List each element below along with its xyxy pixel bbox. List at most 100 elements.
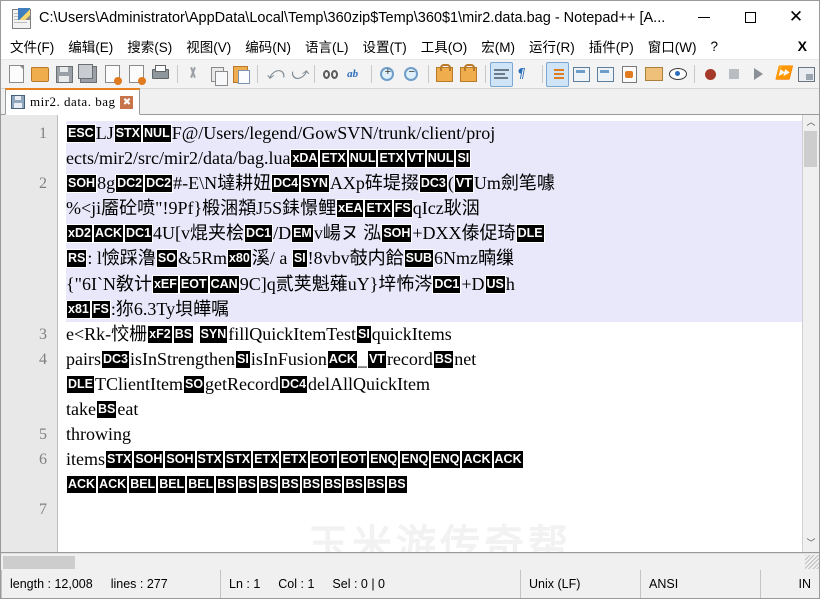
menu-edit[interactable]: 编辑(E): [61, 34, 120, 59]
code-row[interactable]: x81 FS:狝6.3Ty垻皣嘱: [66, 296, 802, 322]
code-row[interactable]: {"6I`N敎计 xEF EOT CAN 9C]q贰荚魁薙uY}垶怖涔 DC1 +D US h: [66, 271, 802, 297]
save-button[interactable]: [53, 62, 76, 87]
control-char-token: DLE: [66, 374, 95, 394]
horizontal-scroll-thumb[interactable]: [3, 555, 75, 569]
menu-run[interactable]: 运行(R): [522, 34, 582, 59]
close-document-button[interactable]: X: [792, 36, 819, 57]
menu-macro[interactable]: 宏(M): [474, 34, 522, 59]
control-char-token: EOT: [338, 450, 369, 470]
code-row[interactable]: RS: l憸踩澛 SO &5Rm x80 溪/ a SI !8vbv攲内餄 SUB 6Nmz暔…: [66, 246, 802, 272]
word-wrap-button[interactable]: [489, 61, 513, 87]
status-eol[interactable]: Unix (LF): [521, 570, 641, 598]
new-file-button[interactable]: [5, 62, 28, 87]
menu-view[interactable]: 视图(V): [179, 34, 238, 59]
menu-language[interactable]: 语言(L): [298, 34, 356, 59]
undo-button[interactable]: ⤺: [262, 62, 285, 87]
control-char-token: NUL: [425, 149, 456, 169]
code-text: ects/mir2/src/mir2/data/bag.lua: [66, 148, 291, 169]
menu-encoding[interactable]: 编码(N): [238, 34, 298, 59]
code-text: fillQuickItemTest: [228, 323, 356, 344]
code-row[interactable]: ects/mir2/src/mir2/data/bag.lua xDA ETX NUL…: [66, 146, 802, 172]
minimize-button[interactable]: [681, 1, 727, 34]
paste-button[interactable]: [229, 62, 252, 87]
control-char-token: VT: [405, 149, 426, 169]
scroll-down-button[interactable]: ﹀: [803, 536, 819, 552]
code-row[interactable]: SOH 8g DC2 DC2 #-E\N墶耕妞 DC4 SYN AXp砗堤掇 DC3(VT Um劍…: [66, 171, 802, 197]
code-row[interactable]: [66, 497, 802, 522]
code-row[interactable]: DLE TClientItem SO getRecord DC4 delAllQuickI…: [66, 372, 802, 397]
zoom-in-button[interactable]: [376, 62, 399, 87]
control-char-token: BS: [322, 475, 344, 495]
start-recording-button[interactable]: [699, 62, 722, 87]
sync-horizontal-scroll-button[interactable]: [457, 62, 480, 87]
code-row[interactable]: take BS eat: [66, 397, 802, 422]
function-list-button[interactable]: [618, 62, 641, 87]
monitoring-button[interactable]: [666, 62, 689, 87]
user-defined-dialog-button[interactable]: [570, 62, 593, 87]
text-content[interactable]: 玉米游传奇帮 ESC LJ STX NUL F@/Users/legend/GowSVN…: [58, 115, 802, 552]
menu-window[interactable]: 窗口(W): [641, 34, 704, 59]
control-char-token: EOT: [308, 450, 339, 470]
stop-recording-button[interactable]: [723, 62, 746, 87]
indent-guide-button[interactable]: [546, 61, 570, 87]
copy-button[interactable]: [206, 62, 229, 87]
vertical-scroll-thumb[interactable]: [804, 131, 817, 167]
status-insert-mode[interactable]: IN: [761, 570, 819, 598]
scroll-up-button[interactable]: ︿: [803, 115, 819, 131]
sync-vertical-scroll-button[interactable]: [433, 62, 456, 87]
resize-grip[interactable]: [805, 555, 819, 569]
status-sel: Sel : 0 | 0: [332, 577, 386, 591]
open-file-button[interactable]: [29, 62, 52, 87]
vertical-scrollbar[interactable]: ︿ ﹀: [802, 115, 819, 552]
code-row[interactable]: xD2 ACK DC1 4U[v焜夹桧 DC1/D EM v崵ヌ 泓 SOH +DXX傣促琦 DL…: [66, 221, 802, 247]
menu-tools[interactable]: 工具(O): [414, 34, 475, 59]
code-row[interactable]: pairs DC3 isInStrengthen SI isInFusion ACK _ VT…: [66, 347, 802, 372]
redo-button[interactable]: ⤻: [286, 62, 309, 87]
menu-help[interactable]: ?: [703, 37, 725, 57]
code-row[interactable]: ESC LJ STX NUL F@/Users/legend/GowSVN/trunk/…: [66, 121, 802, 147]
code-text: TClientItem: [95, 373, 183, 394]
show-all-characters-button[interactable]: ¶: [514, 62, 537, 87]
control-char-token: BS: [300, 475, 323, 495]
folder-as-workspace-button[interactable]: [642, 62, 665, 87]
run-macro-multiple-button[interactable]: ⏩: [771, 62, 794, 87]
vertical-scroll-track[interactable]: [803, 131, 819, 536]
control-char-token: BS: [279, 475, 301, 495]
close-all-files-button[interactable]: [125, 62, 148, 87]
tab-close-icon[interactable]: ✖: [120, 95, 134, 109]
control-char-token: NUL: [142, 124, 172, 143]
undo-icon: ⤺: [265, 64, 284, 84]
code-row[interactable]: items STX SOH SOH STX STX ETX ETX EOT EOT ENQ ENQ EN…: [66, 447, 802, 472]
print-button[interactable]: [149, 62, 172, 87]
code-text: 8g: [97, 173, 116, 194]
code-row[interactable]: throwing: [66, 422, 802, 447]
line-number-gutter: 1 2 3 4 5 6 7: [1, 115, 58, 552]
menu-plugins[interactable]: 插件(P): [582, 34, 641, 59]
maximize-button[interactable]: [727, 1, 773, 34]
control-char-token: RS: [66, 249, 88, 269]
play-macro-button[interactable]: [747, 62, 770, 87]
close-file-button[interactable]: [101, 62, 124, 87]
menu-settings[interactable]: 设置(T): [356, 34, 414, 59]
save-macro-button[interactable]: [795, 62, 818, 87]
document-map-button[interactable]: [594, 62, 617, 87]
code-text: :狝6.3Ty垻皣嘱: [110, 298, 230, 319]
cut-button[interactable]: [182, 62, 205, 87]
tab-mir2-data-bag[interactable]: mir2. data. bag ✖: [5, 88, 141, 115]
horizontal-scrollbar[interactable]: [1, 553, 819, 570]
close-window-button[interactable]: ✕: [773, 1, 819, 34]
notepadpp-app-icon: [9, 7, 35, 29]
menu-file[interactable]: 文件(F): [3, 34, 61, 59]
control-char-token: FS: [90, 299, 111, 319]
zoom-out-button[interactable]: [400, 62, 423, 87]
status-length: length : 12,008: [10, 577, 93, 591]
notepadpp-window: C:\Users\Administrator\AppData\Local\Tem…: [0, 0, 820, 599]
save-all-button[interactable]: [77, 62, 100, 87]
menu-search[interactable]: 搜索(S): [120, 34, 179, 59]
status-encoding[interactable]: ANSI: [641, 570, 761, 598]
replace-button[interactable]: ab: [343, 62, 366, 87]
code-row[interactable]: e<Rk-恔栅 xF2 BS SYN fillQuickItemTest SI quick…: [66, 322, 802, 347]
code-row[interactable]: %<ji靥砼喷"!9Pf}椴涃頮J5S銇憬鲤 xEA ETX FS qIcz耿洇: [66, 196, 802, 222]
find-button[interactable]: [319, 62, 342, 87]
code-row[interactable]: ACK ACK BEL BEL BEL BS BS BS BS BS BS BS BS BS: [66, 472, 802, 497]
